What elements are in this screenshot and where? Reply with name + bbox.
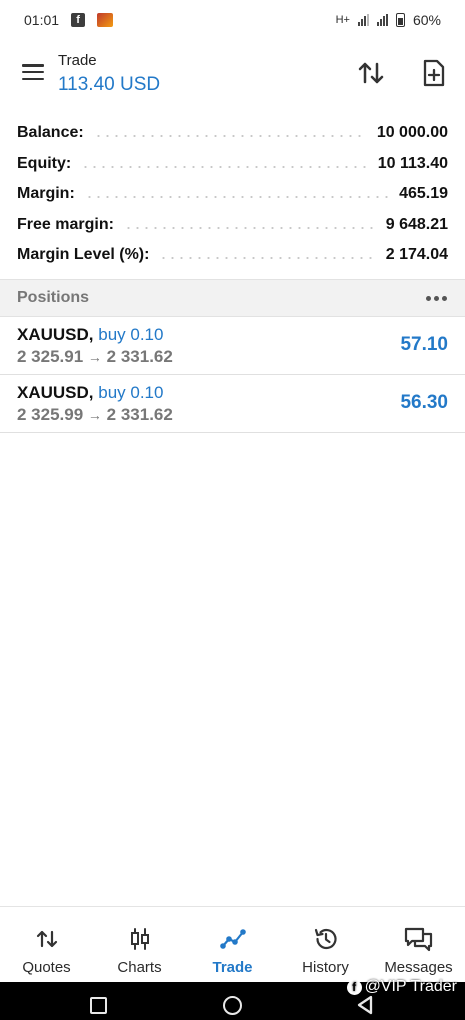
signal-2-icon <box>376 14 388 26</box>
nav-label: Messages <box>384 959 453 976</box>
position-row[interactable]: XAUUSD, buy 0.10 2 325.99 → 2 331.62 56.… <box>0 375 465 433</box>
home-icon[interactable] <box>223 996 242 1015</box>
nav-charts[interactable]: Charts <box>93 907 186 982</box>
network-type: H+ <box>335 14 350 26</box>
summary-value: 2 174.04 <box>385 246 448 264</box>
summary-label: Equity: <box>17 154 72 172</box>
balance-row: Balance: 10 000.00 <box>0 118 465 149</box>
nav-history[interactable]: History <box>279 907 372 982</box>
arrow-icon: → <box>87 407 102 423</box>
recent-apps-icon[interactable] <box>90 997 107 1014</box>
summary-value: 9 648.21 <box>385 215 448 233</box>
bottom-navigation: Quotes Charts Trade History Messages <box>0 906 465 982</box>
position-profit: 56.30 <box>400 392 448 413</box>
arrow-icon: → <box>87 349 102 365</box>
summary-label: Margin Level (%): <box>17 246 150 264</box>
new-order-icon[interactable] <box>419 58 449 88</box>
nav-label: Trade <box>212 959 253 976</box>
current-price: 2 331.62 <box>106 405 173 424</box>
margin-row: Margin: 465.19 <box>0 179 465 210</box>
dotted-leader <box>93 135 367 138</box>
messages-icon <box>404 925 434 953</box>
header-balance: 113.40 USD <box>58 74 161 95</box>
position-row[interactable]: XAUUSD, buy 0.10 2 325.91 → 2 331.62 57.… <box>0 317 465 375</box>
position-symbol: XAUUSD, <box>17 383 94 402</box>
dotted-leader <box>159 257 376 260</box>
status-right: H+ 60% <box>336 12 441 28</box>
back-icon[interactable] <box>356 995 374 1020</box>
position-title: XAUUSD, buy 0.10 <box>17 325 163 345</box>
status-time: 01:01 <box>24 12 60 28</box>
facebook-notification-icon: f <box>71 13 86 27</box>
position-symbol: XAUUSD, <box>17 325 94 344</box>
open-price: 2 325.91 <box>17 347 84 366</box>
signal-icon <box>357 14 369 26</box>
nav-label: Charts <box>117 959 162 976</box>
position-title: XAUUSD, buy 0.10 <box>17 383 163 403</box>
nav-quotes[interactable]: Quotes <box>0 907 93 982</box>
summary-label: Margin: <box>17 185 75 203</box>
position-prices: 2 325.99 → 2 331.62 <box>17 405 173 425</box>
current-price: 2 331.62 <box>106 347 173 366</box>
app-header: Trade 113.40 USD <box>0 44 465 104</box>
status-bar: 01:01 f H+ 60% <box>0 0 465 40</box>
position-prices: 2 325.91 → 2 331.62 <box>17 347 173 367</box>
dotted-leader <box>81 165 368 168</box>
nav-trade[interactable]: Trade <box>186 907 279 982</box>
more-options-icon[interactable] <box>426 295 447 301</box>
quotes-icon <box>36 925 58 953</box>
equity-row: Equity: 10 113.40 <box>0 149 465 180</box>
battery-icon <box>395 13 405 27</box>
summary-value: 10 113.40 <box>377 154 448 172</box>
app-notification-icon <box>97 13 114 27</box>
status-left: 01:01 f <box>24 12 114 28</box>
nav-label: Quotes <box>22 959 71 976</box>
position-type: buy 0.10 <box>98 383 164 402</box>
nav-label: History <box>302 959 349 976</box>
positions-title: Positions <box>17 289 90 306</box>
trade-icon <box>219 925 246 953</box>
watermark-text: @VIP Trader <box>364 978 457 995</box>
position-profit: 57.10 <box>400 334 448 355</box>
open-price: 2 325.99 <box>17 405 84 424</box>
sort-icon[interactable] <box>356 58 386 88</box>
summary-label: Balance: <box>17 124 84 142</box>
dotted-leader <box>123 226 376 229</box>
summary-value: 10 000.00 <box>376 124 448 142</box>
battery-level: 60% <box>412 12 441 28</box>
account-summary: Balance: 10 000.00 Equity: 10 113.40 Mar… <box>0 118 465 271</box>
dotted-leader <box>84 196 390 199</box>
charts-icon <box>128 925 152 953</box>
summary-label: Free margin: <box>17 215 114 233</box>
margin-level-row: Margin Level (%): 2 174.04 <box>0 240 465 271</box>
watermark: f @VIP Trader <box>346 978 457 996</box>
nav-messages[interactable]: Messages <box>372 907 465 982</box>
positions-list: XAUUSD, buy 0.10 2 325.91 → 2 331.62 57.… <box>0 317 465 433</box>
summary-value: 465.19 <box>399 185 448 203</box>
position-type: buy 0.10 <box>98 325 164 344</box>
facebook-icon: f <box>346 979 362 995</box>
free-margin-row: Free margin: 9 648.21 <box>0 210 465 241</box>
page-title: Trade <box>58 52 97 69</box>
history-icon <box>313 925 339 953</box>
menu-icon[interactable] <box>22 64 44 80</box>
positions-header: Positions <box>0 279 465 317</box>
